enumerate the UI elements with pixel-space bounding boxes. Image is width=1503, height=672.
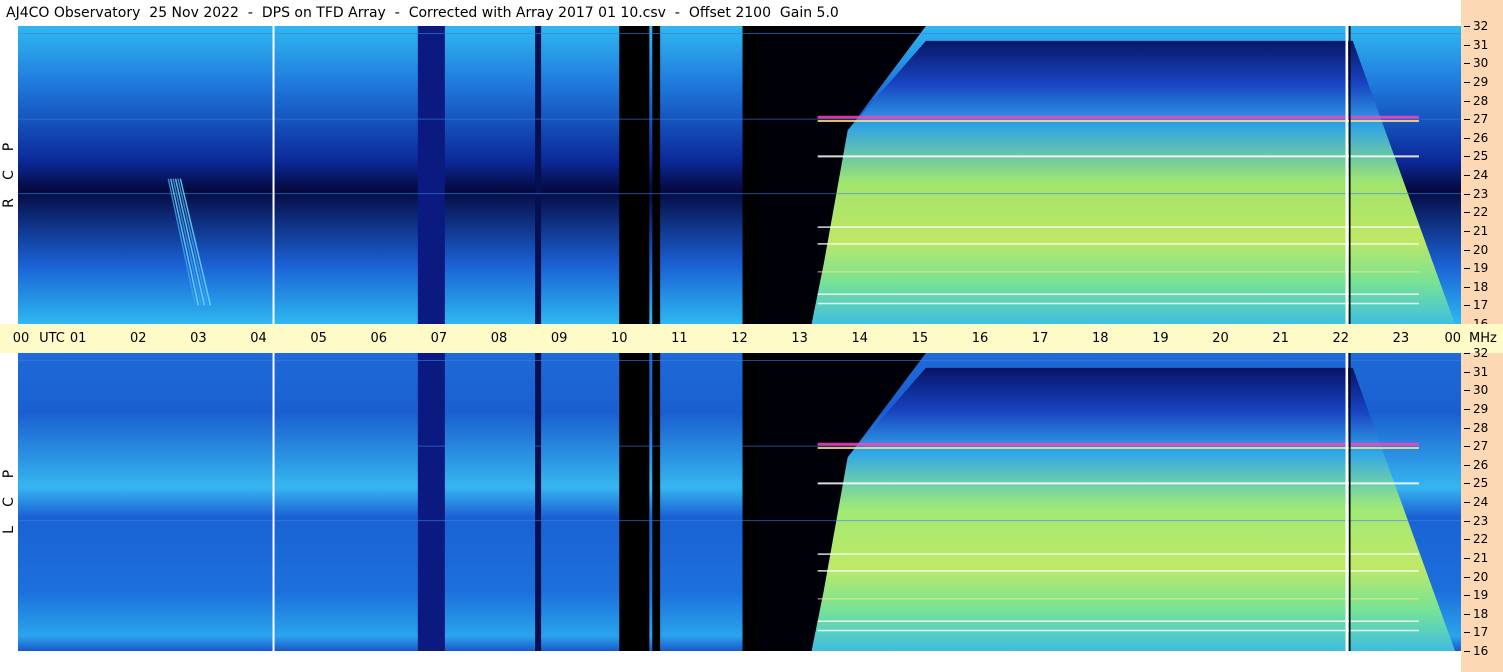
frequency-tick-label: 28 <box>1463 420 1489 435</box>
pol-letter: P <box>0 469 17 479</box>
title-mode: DPS on TFD Array <box>261 5 386 21</box>
pol-letter: L <box>1 526 17 534</box>
frequency-tick-label: 19 <box>1463 261 1489 276</box>
title-offset: Offset 2100 <box>688 5 771 21</box>
data-gap-band <box>619 26 650 324</box>
data-gap-band <box>652 26 661 324</box>
utc-tick-label: 01 <box>69 331 87 346</box>
frequency-tick-label: 18 <box>1463 606 1489 621</box>
frequency-tick-label: 20 <box>1463 569 1489 584</box>
utc-unit-label: UTC <box>39 331 65 346</box>
utc-tick-label: 23 <box>1392 331 1410 346</box>
utc-tick-label: 17 <box>1031 331 1049 346</box>
data-gap-band <box>535 26 542 324</box>
frequency-tick-label: 32 <box>1463 19 1489 33</box>
data-gap-band <box>417 353 445 651</box>
data-gap-band <box>417 26 445 324</box>
title-observatory: AJ4CO Observatory <box>6 5 141 21</box>
frequency-tick-label: 27 <box>1463 112 1489 127</box>
utc-tick-label: 12 <box>731 331 748 346</box>
title-separator: - <box>674 5 680 21</box>
bottom-border <box>0 651 1461 672</box>
frequency-tick-label: 17 <box>1463 298 1489 313</box>
frequency-tick-label: 23 <box>1463 186 1489 201</box>
utc-tick-label: 14 <box>851 331 869 346</box>
utc-tick-label: 08 <box>490 331 508 346</box>
frequency-tick-label: 31 <box>1463 364 1489 379</box>
utc-tick-label: 05 <box>310 331 327 346</box>
pol-letter: C <box>1 497 17 507</box>
spectrogram-rcp <box>18 26 1461 324</box>
frequency-tick-label: 29 <box>1463 74 1489 89</box>
frequency-tick-label: 29 <box>1463 401 1489 416</box>
frequency-axis-rcp: 3231302928272625242322212019181716 <box>1461 0 1503 330</box>
frequency-tick-label: 26 <box>1463 457 1489 472</box>
data-gap-band <box>742 26 758 324</box>
pol-letter: R <box>0 198 17 208</box>
utc-tick-label: 13 <box>791 331 808 346</box>
spectrogram-svg <box>18 26 1461 324</box>
spectrogram-svg <box>18 353 1461 651</box>
utc-tick-label: 16 <box>971 331 989 346</box>
title-correction: Corrected with Array 2017 01 10.csv <box>408 5 666 21</box>
frequency-tick-label: 32 <box>1463 346 1489 360</box>
daytime-activity-region <box>811 367 1455 651</box>
frequency-tick-label: 30 <box>1463 383 1489 398</box>
mhz-unit-label: MHz <box>1469 331 1497 346</box>
lcp-polarization-label: P C L <box>0 353 18 651</box>
utc-tick-label: 02 <box>129 331 147 346</box>
utc-time-axis: 00 01 02 03 04 05 06 07 08 09 10 11 12 13 14 15 16 17 18 19… <box>0 324 1461 353</box>
frequency-tick-label: 26 <box>1463 130 1489 145</box>
data-gap-band <box>652 353 661 651</box>
utc-tick-label: 19 <box>1152 331 1169 346</box>
title-separator: - <box>247 5 253 21</box>
utc-tick-label: 22 <box>1332 331 1350 346</box>
frequency-tick-label: 30 <box>1463 56 1489 71</box>
pol-letter: C <box>1 170 17 180</box>
frequency-tick-label: 25 <box>1463 149 1489 164</box>
utc-tick-label: 00 <box>1444 331 1461 346</box>
frequency-tick-label: 25 <box>1463 476 1489 491</box>
utc-tick-label: 18 <box>1091 331 1109 346</box>
utc-tick-label: 03 <box>190 331 207 346</box>
frequency-tick-label: 20 <box>1463 242 1489 257</box>
frequency-tick-label: 18 <box>1463 279 1489 294</box>
spectrogram-lcp <box>18 353 1461 651</box>
frequency-tick-label: 24 <box>1463 495 1489 509</box>
utc-tick-label: 09 <box>550 331 568 346</box>
utc-tick-label: 20 <box>1212 331 1229 346</box>
daytime-activity-region <box>811 40 1455 324</box>
frequency-tick-label: 24 <box>1463 168 1489 182</box>
utc-tick-label: 04 <box>250 331 267 346</box>
utc-tick-label: 11 <box>671 331 688 346</box>
utc-tick-label: 10 <box>610 331 628 346</box>
data-gap-band <box>619 353 650 651</box>
title-separator: - <box>394 5 400 21</box>
utc-tick-label: 15 <box>911 331 929 346</box>
frequency-tick-label: 23 <box>1463 513 1489 528</box>
frequency-tick-label: 31 <box>1463 37 1489 52</box>
frequency-tick-label: 16 <box>1463 644 1489 658</box>
frequency-tick-label: 27 <box>1463 439 1489 454</box>
frequency-tick-label: 21 <box>1463 223 1489 238</box>
title-gain: Gain 5.0 <box>779 5 839 21</box>
rcp-polarization-label: P C R <box>0 26 18 324</box>
title-date: 25 Nov 2022 <box>149 5 239 21</box>
utc-tick-label: 06 <box>370 331 388 346</box>
frequency-tick-label: 22 <box>1463 532 1489 547</box>
data-gap-band <box>742 353 758 651</box>
frequency-tick-label: 17 <box>1463 625 1489 640</box>
frequency-tick-label: 21 <box>1463 550 1489 565</box>
utc-tick-label: 21 <box>1272 331 1289 346</box>
pol-letter: P <box>0 142 17 152</box>
frequency-axis-lcp: 32 31 30 29 28 27 26 25 24 23 22 21 20 19 18 17 16 <box>1461 347 1503 672</box>
data-gap-band <box>535 353 542 651</box>
chart-title: AJ4CO Observatory 25 Nov 2022 - DPS on T… <box>0 0 1461 26</box>
frequency-tick-label: 22 <box>1463 205 1489 220</box>
utc-tick-label: 07 <box>430 331 448 346</box>
frequency-tick-label: 19 <box>1463 588 1489 603</box>
utc-tick-label: 00 <box>12 331 30 346</box>
frequency-tick-label: 28 <box>1463 93 1489 108</box>
